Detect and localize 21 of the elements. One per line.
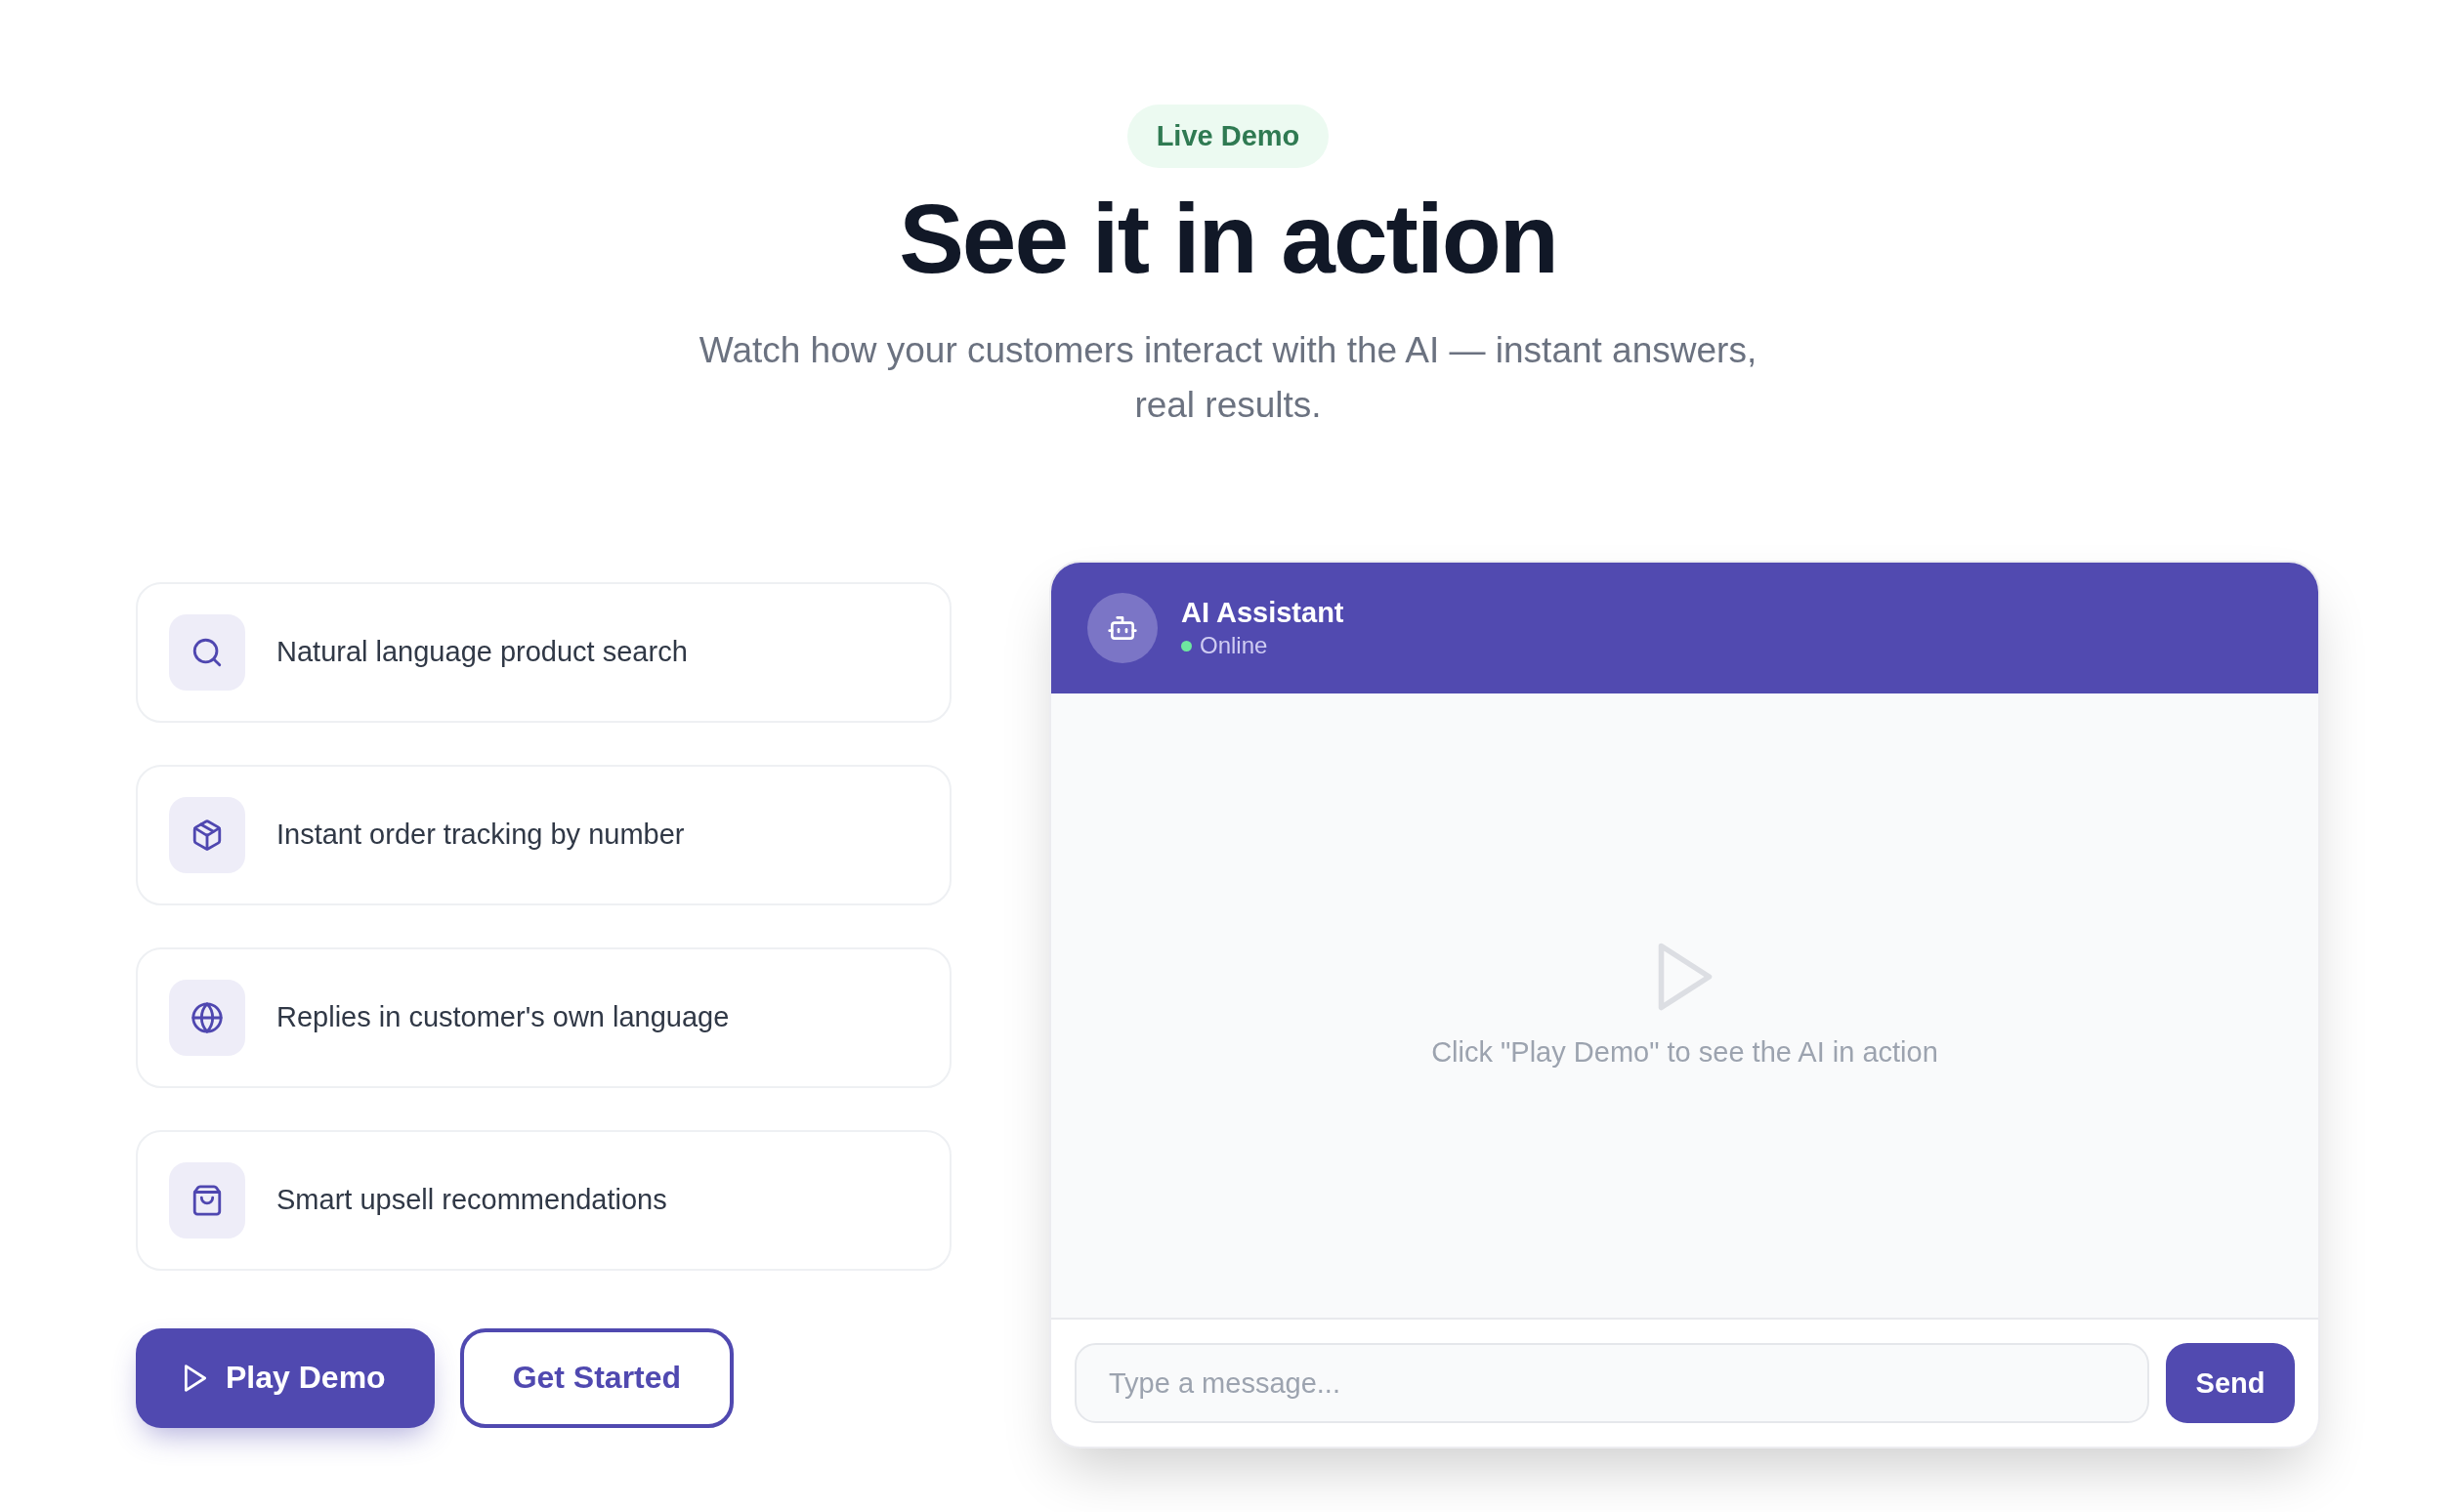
get-started-button[interactable]: Get Started (459, 1327, 735, 1428)
feature-label: Instant order tracking by number (276, 819, 685, 851)
section-title: See it in action (899, 185, 1557, 292)
play-icon (185, 1364, 206, 1392)
section-tag: Live Demo (1126, 105, 1330, 168)
feature-label: Smart upsell recommendations (276, 1184, 667, 1216)
empty-chat-hint: Click "Play Demo" to see the AI in action (1431, 1036, 1938, 1069)
shopping-bag-icon (169, 1161, 245, 1239)
search-icon (169, 613, 245, 691)
feature-label: Natural language product search (276, 636, 688, 668)
globe-icon (169, 979, 245, 1056)
robot-icon (1087, 593, 1158, 663)
status-label: Online (1200, 631, 1268, 660)
send-button[interactable]: Send (2166, 1343, 2295, 1423)
section-subtitle: Watch how your customers interact with the AI — instant answers, real results. (698, 329, 1758, 427)
feature-label: Replies in customer's own language (276, 1001, 730, 1033)
play-demo-button[interactable]: Play Demo (136, 1327, 435, 1428)
message-input[interactable]: Type a message... (1075, 1343, 2149, 1423)
play-icon (1657, 943, 1713, 1011)
assistant-name: AI Assistant (1181, 596, 1344, 629)
box-icon (169, 796, 245, 873)
